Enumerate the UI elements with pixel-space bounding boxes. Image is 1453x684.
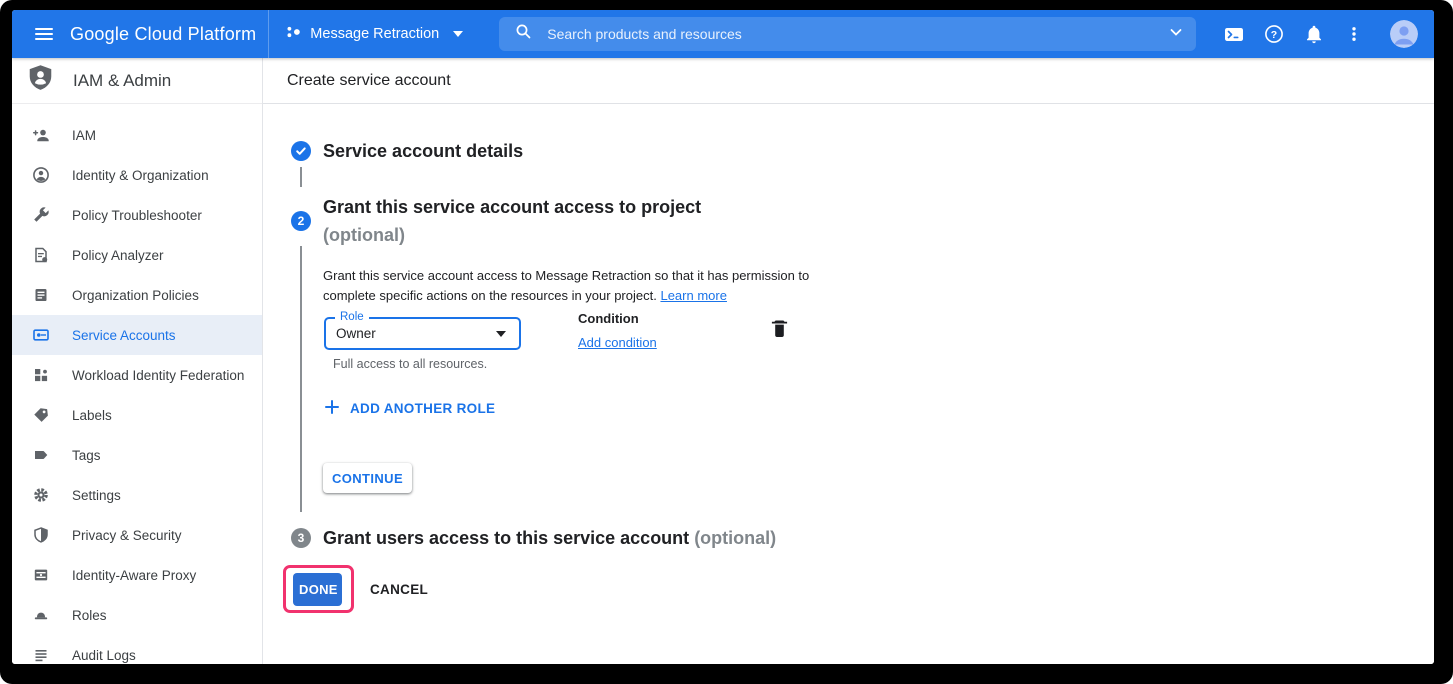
step3-number-badge: 3	[291, 528, 311, 548]
sidebar-item-label: Workload Identity Federation	[72, 368, 244, 383]
page-header: Create service account	[263, 58, 1434, 104]
sidebar-nav: IAM Identity & Organization Policy Troub…	[12, 104, 262, 664]
project-icon	[286, 24, 301, 45]
sidebar-item-identity-organization[interactable]: Identity & Organization	[12, 155, 262, 195]
search-bar[interactable]	[499, 17, 1196, 51]
role-field-label: Role	[335, 311, 369, 323]
sidebar-item-policy-analyzer[interactable]: Policy Analyzer	[12, 235, 262, 275]
page-title: Create service account	[287, 72, 451, 90]
add-condition-link[interactable]: Add condition	[578, 335, 657, 350]
step3-optional-label: (optional)	[694, 528, 776, 548]
appbar-divider	[268, 10, 269, 58]
hamburger-menu-icon[interactable]	[35, 25, 53, 43]
step1-check-icon	[291, 141, 311, 161]
wrench-icon	[32, 206, 50, 224]
sidebar-item-identity-aware-proxy[interactable]: Identity-Aware Proxy	[12, 555, 262, 595]
sidebar-item-label: Labels	[72, 408, 112, 423]
policy-analyzer-document-icon	[32, 246, 50, 264]
sidebar-item-label: Tags	[72, 448, 101, 463]
gear-icon	[32, 486, 50, 504]
step-connector	[300, 246, 302, 512]
screenshot-frame: Google Cloud Platform Message Retraction…	[0, 0, 1453, 684]
audit-logs-lines-icon	[32, 646, 50, 664]
condition-label: Condition	[578, 311, 639, 326]
shield-icon	[32, 526, 50, 544]
step1-title: Service account details	[323, 137, 523, 165]
sidebar-item-service-accounts[interactable]: Service Accounts	[12, 315, 262, 355]
chevron-down-icon	[453, 31, 463, 37]
sidebar-item-workload-identity-federation[interactable]: Workload Identity Federation	[12, 355, 262, 395]
service-accounts-key-icon	[32, 326, 50, 344]
cancel-button[interactable]: CANCEL	[370, 582, 428, 597]
gcp-console-window: Google Cloud Platform Message Retraction…	[12, 10, 1434, 664]
sidebar-item-iam[interactable]: IAM	[12, 115, 262, 155]
org-policies-document-icon	[32, 286, 50, 304]
sidebar-item-label: IAM	[72, 128, 96, 143]
sidebar-item-audit-logs[interactable]: Audit Logs	[12, 635, 262, 664]
iam-admin-shield-icon	[28, 64, 53, 97]
tag-arrow-icon	[32, 446, 50, 464]
role-helper-text: Full access to all resources.	[333, 357, 487, 371]
account-avatar[interactable]	[1390, 20, 1418, 48]
help-icon[interactable]: ?	[1264, 24, 1284, 44]
sidebar-item-label: Policy Analyzer	[72, 248, 164, 263]
cloud-shell-icon[interactable]	[1224, 24, 1244, 44]
sidebar: IAM & Admin IAM Identity & Organization	[12, 58, 263, 664]
project-name: Message Retraction	[310, 26, 439, 42]
identity-aware-proxy-icon	[32, 566, 50, 584]
sidebar-item-label: Roles	[72, 608, 107, 623]
sidebar-item-label: Audit Logs	[72, 648, 136, 663]
role-selected-value: Owner	[336, 326, 376, 341]
sidebar-item-label: Identity & Organization	[72, 168, 209, 183]
plus-icon	[325, 400, 339, 417]
learn-more-link[interactable]: Learn more	[660, 288, 726, 303]
sidebar-item-label: Settings	[72, 488, 121, 503]
role-dropdown[interactable]: Role Owner	[324, 317, 521, 350]
workload-identity-grid-icon	[32, 366, 50, 384]
notifications-bell-icon[interactable]	[1304, 24, 1324, 44]
sidebar-item-label: Organization Policies	[72, 288, 199, 303]
add-another-role-button[interactable]: ADD ANOTHER ROLE	[325, 400, 495, 417]
sidebar-item-organization-policies[interactable]: Organization Policies	[12, 275, 262, 315]
wizard-canvas: Service account details 2 Grant this ser…	[263, 104, 1434, 664]
search-icon	[515, 23, 532, 45]
step2-description: Grant this service account access to Mes…	[323, 266, 821, 306]
identity-person-circle-icon	[32, 166, 50, 184]
step2-number-badge: 2	[291, 211, 311, 231]
sidebar-item-policy-troubleshooter[interactable]: Policy Troubleshooter	[12, 195, 262, 235]
step-connector	[300, 167, 302, 187]
search-input[interactable]	[545, 25, 1168, 43]
sidebar-item-label: Service Accounts	[72, 328, 176, 343]
console-body: IAM & Admin IAM Identity & Organization	[12, 58, 1434, 664]
sidebar-item-settings[interactable]: Settings	[12, 475, 262, 515]
app-bar: Google Cloud Platform Message Retraction…	[12, 10, 1434, 58]
project-selector[interactable]: Message Retraction	[286, 24, 463, 45]
label-tag-icon	[32, 406, 50, 424]
sidebar-item-tags[interactable]: Tags	[12, 435, 262, 475]
sidebar-item-label: Privacy & Security	[72, 528, 182, 543]
roles-hat-icon	[32, 606, 50, 624]
step3-title: Grant users access to this service accou…	[323, 524, 776, 552]
sidebar-header: IAM & Admin	[12, 58, 262, 104]
done-button[interactable]: DONE	[293, 573, 342, 606]
continue-button[interactable]: CONTINUE	[323, 463, 412, 493]
search-chevron-down-icon[interactable]	[1168, 24, 1184, 45]
sidebar-item-labels[interactable]: Labels	[12, 395, 262, 435]
person-add-icon	[32, 126, 50, 144]
more-vertical-icon[interactable]	[1344, 24, 1364, 44]
sidebar-item-label: Policy Troubleshooter	[72, 208, 202, 223]
dropdown-caret-icon	[496, 331, 506, 337]
svg-text:?: ?	[1271, 29, 1277, 41]
brand-title[interactable]: Google Cloud Platform	[70, 24, 256, 45]
sidebar-item-privacy-security[interactable]: Privacy & Security	[12, 515, 262, 555]
sidebar-title: IAM & Admin	[73, 71, 171, 91]
sidebar-item-label: Identity-Aware Proxy	[72, 568, 196, 583]
main-content: Create service account Service account d…	[263, 58, 1434, 664]
step2-title: Grant this service account access to pro…	[323, 193, 701, 249]
appbar-actions: ?	[1224, 20, 1418, 48]
step2-optional-label: (optional)	[323, 225, 405, 245]
sidebar-item-roles[interactable]: Roles	[12, 595, 262, 635]
delete-role-trash-icon[interactable]	[771, 319, 788, 338]
